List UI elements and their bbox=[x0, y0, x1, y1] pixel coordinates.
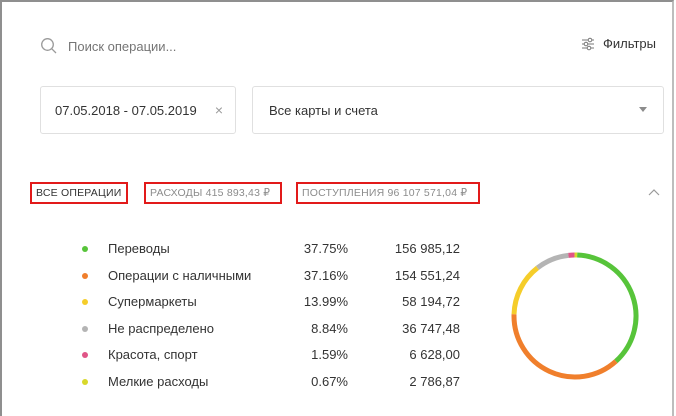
clear-date-icon[interactable]: × bbox=[215, 102, 223, 118]
donut-segment bbox=[511, 265, 540, 315]
category-percent: 37.75% bbox=[303, 241, 348, 256]
category-amount: 6 628,00 bbox=[409, 347, 460, 362]
category-amount: 156 985,12 bbox=[394, 241, 460, 256]
category-row[interactable]: Не распределено 8.84% 36 747,48 bbox=[82, 318, 482, 345]
caret-down-icon bbox=[639, 107, 647, 112]
donut-segment bbox=[535, 252, 569, 270]
category-amount: 2 786,87 bbox=[409, 373, 460, 389]
search-bar: Фильтры bbox=[40, 32, 656, 60]
date-range-value: 07.05.2018 - 07.05.2019 bbox=[55, 102, 197, 118]
cards-accounts-select[interactable]: Все карты и счета bbox=[252, 86, 664, 134]
category-amount: 58 194,72 bbox=[402, 294, 460, 309]
category-amount: 36 747,48 bbox=[402, 320, 460, 336]
category-name: Супермаркеты bbox=[108, 294, 197, 309]
category-name: Мелкие расходы bbox=[108, 373, 209, 389]
date-range-field[interactable]: 07.05.2018 - 07.05.2019 × bbox=[40, 86, 236, 134]
category-amount: 154 551,24 bbox=[394, 267, 460, 283]
category-list: Переводы 37.75% 156 985,12 Операции с налич… bbox=[82, 238, 482, 397]
category-color-dot bbox=[82, 272, 88, 279]
category-color-dot bbox=[82, 299, 88, 305]
expenses-donut-chart bbox=[511, 252, 639, 380]
category-color-dot bbox=[82, 246, 88, 252]
search-icon bbox=[41, 38, 57, 54]
category-name: Операции с наличными bbox=[108, 267, 252, 283]
category-row[interactable]: Супермаркеты 13.99% 58 194,72 bbox=[82, 291, 482, 318]
category-row[interactable]: Операции с наличными 37.16% 154 551,24 bbox=[82, 265, 482, 292]
filter-sliders-icon bbox=[581, 37, 594, 50]
category-row[interactable]: Красота, спорт 1.59% 6 628,00 bbox=[82, 344, 482, 371]
category-color-dot bbox=[82, 378, 88, 385]
category-percent: 8.84% bbox=[311, 320, 348, 336]
category-color-dot bbox=[82, 325, 88, 332]
category-name: Не распределено bbox=[108, 320, 215, 336]
category-row[interactable]: Переводы 37.75% 156 985,12 bbox=[82, 238, 482, 265]
cards-select-value: Все карты и счета bbox=[269, 102, 378, 118]
tab-all-operations[interactable]: ВСЕ ОПЕРАЦИИ bbox=[30, 182, 128, 204]
category-row[interactable]: Мелкие расходы 0.67% 2 786,87 bbox=[82, 371, 482, 398]
donut-segment bbox=[577, 252, 639, 364]
search-input[interactable] bbox=[68, 38, 448, 54]
filters-button[interactable]: Фильтры bbox=[581, 36, 656, 51]
category-name: Красота, спорт bbox=[108, 347, 198, 362]
category-name: Переводы bbox=[108, 241, 170, 256]
category-percent: 37.16% bbox=[303, 267, 348, 283]
chevron-up-icon[interactable] bbox=[648, 188, 660, 196]
donut-segment bbox=[511, 314, 618, 380]
filters-label: Фильтры bbox=[602, 36, 656, 51]
category-percent: 13.99% bbox=[303, 294, 348, 309]
category-color-dot bbox=[82, 352, 88, 358]
tab-income[interactable]: ПОСТУПЛЕНИЯ 96 107 571,04 ₽ bbox=[296, 182, 480, 204]
category-percent: 1.59% bbox=[311, 347, 348, 362]
operations-panel: Фильтры 07.05.2018 - 07.05.2019 × Все ка… bbox=[0, 0, 674, 416]
category-percent: 0.67% bbox=[311, 373, 348, 389]
tab-expenses[interactable]: РАСХОДЫ 415 893,43 ₽ bbox=[144, 182, 282, 204]
